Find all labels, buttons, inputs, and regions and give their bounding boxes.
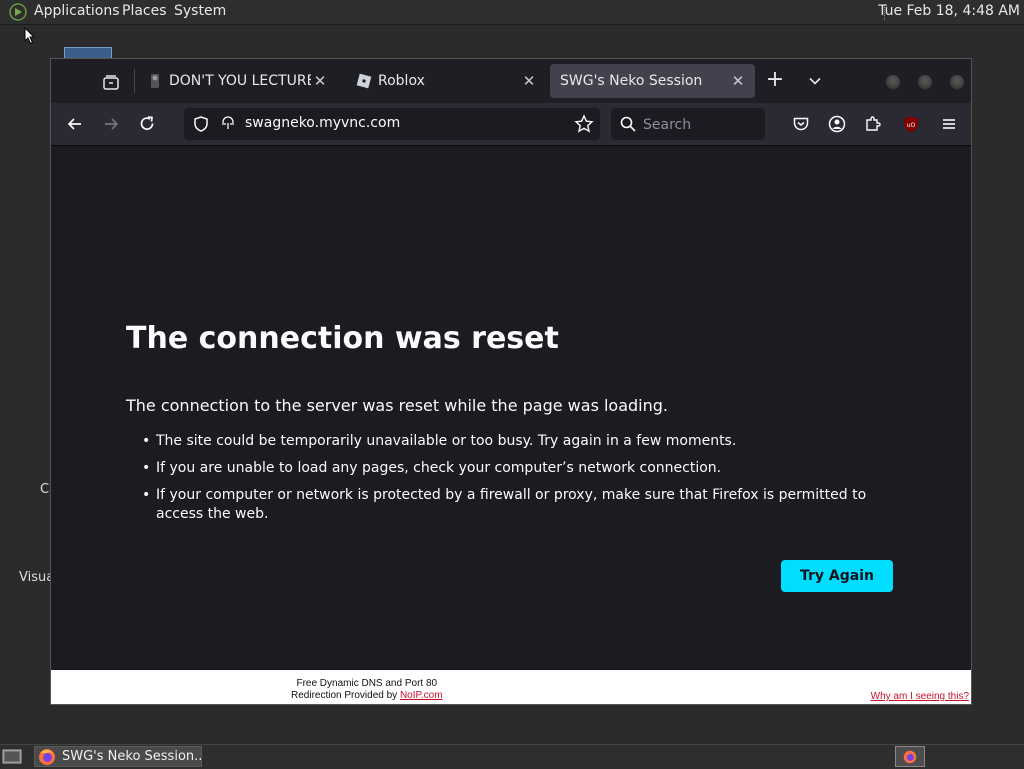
banner-prefix: Redirection Provided by: [291, 690, 400, 701]
pocket-icon: [793, 117, 809, 131]
ublock-origin-button[interactable]: uO: [899, 112, 923, 136]
hamburger-menu-icon: [943, 119, 955, 129]
list-item: The site could be temporarily unavailabl…: [142, 432, 916, 451]
search-icon: [620, 116, 636, 132]
bottom-taskbar: SWG's Neko Session...: [0, 744, 1024, 769]
tab-label: DON'T YOU LECTURE ME: [169, 73, 311, 89]
show-desktop-icon[interactable]: [2, 748, 22, 766]
desktop-icon-label[interactable]: C: [40, 482, 49, 497]
maximize-window-button[interactable]: [917, 74, 933, 90]
forward-button[interactable]: [99, 112, 123, 136]
menu-system[interactable]: System: [174, 3, 226, 19]
close-tab-icon[interactable]: ✕: [311, 72, 329, 90]
close-tab-icon[interactable]: ✕: [520, 72, 538, 90]
back-button[interactable]: [63, 112, 87, 136]
top-panel: Applications Places System Tue Feb 18, 4…: [0, 0, 1024, 25]
firefox-view-button[interactable]: [91, 67, 131, 99]
tab-roblox[interactable]: Roblox ✕: [346, 64, 546, 98]
browser-window: DON'T YOU LECTURE ME ✕ Roblox ✕ SWG's Ne…: [50, 58, 972, 705]
workspace-switcher[interactable]: [895, 746, 925, 767]
extensions-button[interactable]: [861, 112, 885, 136]
taskbar-window-button[interactable]: SWG's Neko Session...: [34, 746, 202, 767]
reload-button[interactable]: [135, 112, 159, 136]
chevron-down-icon: [809, 77, 821, 85]
clock[interactable]: Tue Feb 18, 4:48 AM: [878, 3, 1020, 19]
try-again-button[interactable]: Try Again: [781, 560, 893, 592]
minimize-window-button[interactable]: [885, 74, 901, 90]
error-suggestions-list: The site could be temporarily unavailabl…: [142, 432, 916, 532]
address-bar[interactable]: swagneko.myvnc.com: [184, 108, 600, 140]
youtube-thumbnail-favicon-icon: [151, 74, 159, 88]
page-info-icon[interactable]: [220, 116, 236, 132]
reload-icon: [140, 116, 154, 130]
noip-banner: Free Dynamic DNS and Port 80 Redirection…: [51, 670, 971, 704]
firefox-icon: [39, 748, 55, 765]
desktop-icon-label[interactable]: Visua: [19, 570, 54, 585]
firefox-icon: [903, 750, 917, 763]
pocket-button[interactable]: [789, 112, 813, 136]
tracking-protection-shield-icon[interactable]: [192, 115, 210, 133]
close-window-button[interactable]: [949, 74, 965, 90]
tab-label: SWG's Neko Session: [560, 73, 703, 89]
url-text[interactable]: swagneko.myvnc.com: [245, 115, 400, 131]
taskbar-window-title: SWG's Neko Session...: [62, 749, 202, 764]
puzzle-piece-icon: [866, 116, 881, 131]
firefox-view-icon: [103, 75, 119, 90]
noip-banner-text: Free Dynamic DNS and Port 80 Redirection…: [291, 678, 443, 702]
mouse-pointer-icon: [24, 27, 36, 45]
banner-line: Redirection Provided by NoIP.com: [291, 690, 443, 702]
error-page: The connection was reset The connection …: [51, 146, 971, 670]
search-input[interactable]: [641, 112, 763, 138]
svg-text:uO: uO: [907, 122, 916, 129]
arrow-left-icon: [67, 118, 81, 130]
tab-divider: [134, 69, 135, 93]
banner-line: Free Dynamic DNS and Port 80: [296, 678, 438, 689]
ublock-origin-icon: uO: [904, 116, 918, 132]
tab-swg-neko-session[interactable]: SWG's Neko Session ✕: [550, 64, 755, 98]
roblox-favicon-icon: [356, 73, 372, 89]
menu-applications[interactable]: Applications: [34, 3, 120, 19]
search-bar[interactable]: [611, 108, 765, 140]
error-description: The connection to the server was reset w…: [126, 396, 669, 415]
noip-link[interactable]: NoIP.com: [400, 690, 443, 701]
list-item: If your computer or network is protected…: [142, 486, 916, 524]
account-icon: [828, 115, 846, 133]
tab-label: Roblox: [378, 73, 425, 89]
application-menu-button[interactable]: [937, 112, 961, 136]
tab-dont-you-lecture-me[interactable]: DON'T YOU LECTURE ME ✕: [137, 64, 337, 98]
applications-logo-icon[interactable]: [9, 3, 27, 21]
list-all-tabs-button[interactable]: [803, 69, 827, 93]
arrow-right-icon: [105, 118, 119, 130]
account-button[interactable]: [825, 112, 849, 136]
close-tab-icon[interactable]: ✕: [729, 72, 747, 90]
error-title: The connection was reset: [126, 321, 559, 356]
list-item: If you are unable to load any pages, che…: [142, 459, 916, 478]
bookmark-star-icon[interactable]: [574, 114, 594, 134]
menu-places[interactable]: Places: [122, 3, 167, 19]
why-am-i-seeing-this-link[interactable]: Why am I seeing this?: [871, 691, 969, 702]
tab-bar: DON'T YOU LECTURE ME ✕ Roblox ✕ SWG's Ne…: [51, 59, 971, 103]
new-tab-button[interactable]: +: [763, 69, 787, 93]
navigation-toolbar: swagneko.myvnc.com Search uO: [51, 103, 971, 146]
